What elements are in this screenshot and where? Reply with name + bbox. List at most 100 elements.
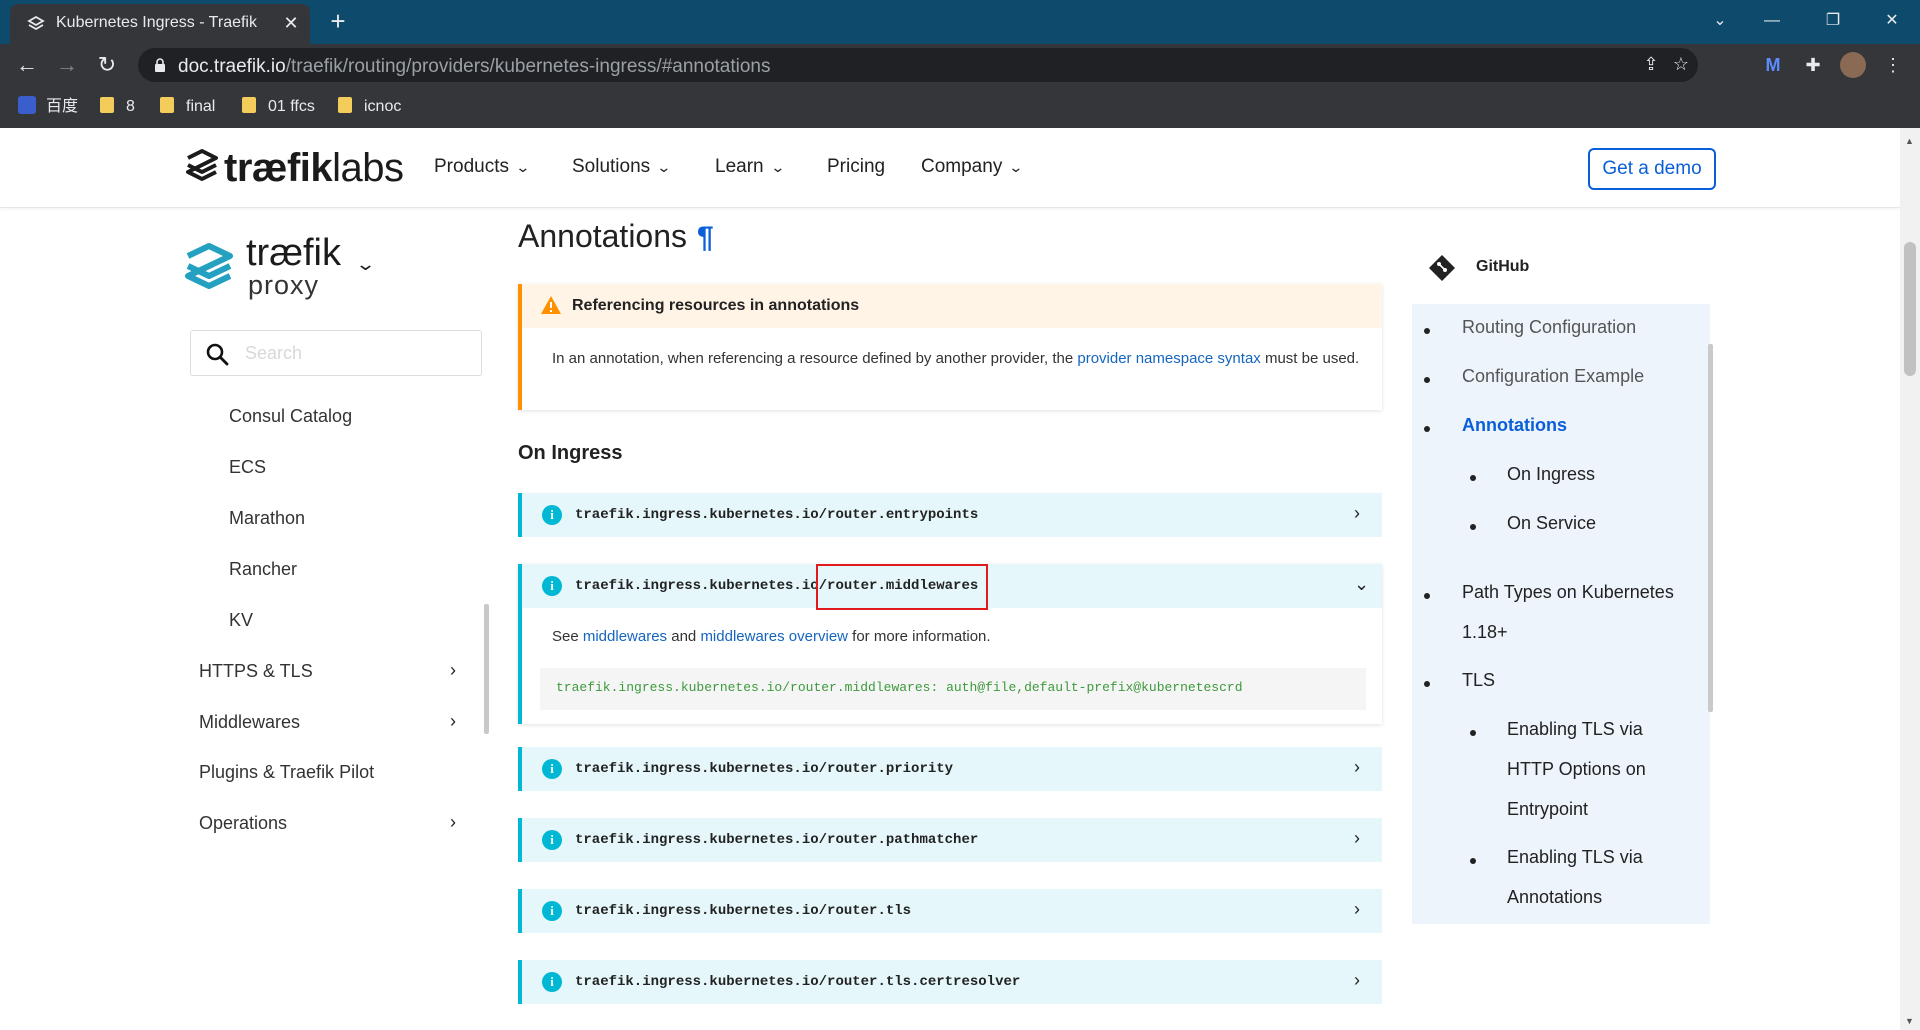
- annotation-key: traefik.ingress.kubernetes.io/router.pat…: [575, 832, 979, 848]
- chevron-right-icon[interactable]: ›: [450, 660, 456, 681]
- browser-tab[interactable]: Kubernetes Ingress - Traefik ✕: [10, 4, 310, 44]
- extension-m-icon[interactable]: M: [1760, 52, 1786, 78]
- nav-company[interactable]: Company ⌄: [921, 156, 1024, 178]
- middlewares-link[interactable]: middlewares: [583, 628, 667, 645]
- profile-avatar[interactable]: [1840, 52, 1866, 78]
- warning-header: Referencing resources in annotations: [522, 284, 1382, 328]
- toc-item-enabling-tls-annotations-2[interactable]: Annotations: [1507, 887, 1602, 908]
- table-of-contents: [1412, 304, 1710, 924]
- nav-learn[interactable]: Learn ⌄: [715, 156, 786, 178]
- sidebar-item-marathon[interactable]: Marathon: [229, 508, 305, 529]
- toc-bullet: [1470, 475, 1476, 481]
- toc-item-configuration-example[interactable]: Configuration Example: [1462, 366, 1644, 387]
- warning-text: In an annotation, when referencing a res…: [552, 350, 1360, 367]
- annotation-priority[interactable]: i traefik.ingress.kubernetes.io/router.p…: [518, 747, 1382, 791]
- bookmark-folder-8[interactable]: 8: [100, 96, 135, 118]
- share-icon[interactable]: ⇪: [1638, 51, 1664, 77]
- chevron-right-icon: ›: [1354, 828, 1360, 848]
- traefik-proxy-mark-icon: [185, 243, 233, 289]
- sidebar-item-plugins[interactable]: Plugins & Traefik Pilot: [199, 762, 374, 783]
- toc-item-on-service[interactable]: On Service: [1507, 513, 1596, 534]
- page-title: Annotations ¶: [518, 218, 714, 254]
- chevron-down-icon: ⌄: [1008, 159, 1024, 175]
- toc-bullet: [1424, 593, 1430, 599]
- middlewares-overview-link[interactable]: middlewares overview: [700, 628, 848, 645]
- toc-item-path-types-version[interactable]: 1.18+: [1462, 622, 1508, 643]
- scrollbar-thumb[interactable]: [1904, 242, 1916, 376]
- chevron-right-icon[interactable]: ›: [450, 812, 456, 833]
- toc-item-enabling-tls-http-2[interactable]: HTTP Options on: [1507, 759, 1646, 780]
- toc-bullet: [1470, 524, 1476, 530]
- info-icon: i: [542, 830, 562, 850]
- reload-button[interactable]: ↻: [92, 50, 122, 80]
- toc-item-enabling-tls-annotations-1[interactable]: Enabling TLS via: [1507, 847, 1643, 868]
- get-a-demo-button[interactable]: Get a demo: [1588, 148, 1716, 190]
- url-text[interactable]: doc.traefik.io/traefik/routing/providers…: [178, 56, 771, 78]
- nav-products[interactable]: Products ⌄: [434, 156, 530, 178]
- annotation-tls[interactable]: i traefik.ingress.kubernetes.io/router.t…: [518, 889, 1382, 933]
- search-icon: [206, 343, 229, 366]
- bookmark-folder-01ffcs[interactable]: 01 ffcs: [242, 96, 315, 118]
- sidebar-item-consul-catalog[interactable]: Consul Catalog: [229, 406, 352, 427]
- chevron-right-icon: ›: [1354, 757, 1360, 777]
- sidebar-item-rancher[interactable]: Rancher: [229, 559, 297, 580]
- annotation-pathmatcher[interactable]: i traefik.ingress.kubernetes.io/router.p…: [518, 818, 1382, 862]
- page-scrollbar[interactable]: ▲ ▼: [1900, 128, 1920, 1030]
- info-icon: i: [542, 759, 562, 779]
- warning-title: Referencing resources in annotations: [572, 297, 860, 314]
- search-box[interactable]: [190, 330, 482, 376]
- permalink-anchor[interactable]: ¶: [697, 221, 714, 254]
- toc-item-tls[interactable]: TLS: [1462, 670, 1495, 691]
- nav-pricing[interactable]: Pricing: [827, 156, 885, 178]
- annotation-entrypoints[interactable]: i traefik.ingress.kubernetes.io/router.e…: [518, 493, 1382, 537]
- search-input[interactable]: [245, 339, 465, 367]
- back-button[interactable]: ←: [12, 50, 42, 80]
- sidebar-item-middlewares[interactable]: Middlewares: [199, 712, 300, 733]
- lock-icon[interactable]: [152, 57, 168, 73]
- address-bar[interactable]: doc.traefik.io/traefik/routing/providers…: [138, 48, 1698, 82]
- extensions-puzzle-icon[interactable]: ✚: [1800, 52, 1826, 78]
- bookmark-star-icon[interactable]: ☆: [1668, 51, 1694, 77]
- chevron-down-icon: ⌄: [1354, 574, 1370, 594]
- annotation-key: traefik.ingress.kubernetes.io/router.tls…: [575, 974, 1021, 990]
- toc-item-on-ingress[interactable]: On Ingress: [1507, 464, 1595, 485]
- highlight-box: [816, 564, 988, 610]
- toc-item-enabling-tls-http-1[interactable]: Enabling TLS via: [1507, 719, 1643, 740]
- tab-strip: Kubernetes Ingress - Traefik ✕ + ⌄ — ❐ ✕: [0, 0, 1920, 44]
- info-icon: i: [542, 505, 562, 525]
- bookmark-folder-final[interactable]: final: [160, 96, 215, 118]
- annotation-key: traefik.ingress.kubernetes.io/router.pri…: [575, 761, 954, 777]
- bookmark-baidu[interactable]: 百度: [18, 96, 78, 118]
- nav-solutions[interactable]: Solutions ⌄: [572, 156, 672, 178]
- chevron-right-icon[interactable]: ›: [450, 711, 456, 732]
- chevron-down-icon: ⌄: [769, 159, 786, 175]
- close-tab-icon[interactable]: ✕: [280, 12, 302, 34]
- annotation-key: traefik.ingress.kubernetes.io/router.tls: [575, 903, 912, 919]
- annotation-tls-certresolver[interactable]: i traefik.ingress.kubernetes.io/router.t…: [518, 960, 1382, 1004]
- sidebar-scrollbar[interactable]: [484, 604, 489, 734]
- toc-bullet: [1470, 858, 1476, 864]
- new-tab-button[interactable]: +: [324, 8, 352, 36]
- bookmark-folder-icnoc[interactable]: icnoc: [338, 96, 401, 118]
- sidebar-item-operations[interactable]: Operations: [199, 813, 287, 834]
- close-window-button[interactable]: ✕: [1872, 6, 1912, 36]
- tab-search-icon[interactable]: ⌄: [1700, 6, 1740, 36]
- restore-button[interactable]: ❐: [1813, 6, 1853, 36]
- toc-item-enabling-tls-http-3[interactable]: Entrypoint: [1507, 799, 1588, 820]
- sidebar-item-kv[interactable]: KV: [229, 610, 253, 631]
- forward-button[interactable]: →: [52, 50, 82, 80]
- toc-item-path-types[interactable]: Path Types on Kubernetes: [1462, 582, 1674, 603]
- provider-namespace-syntax-link[interactable]: provider namespace syntax: [1077, 350, 1260, 367]
- menu-kebab-icon[interactable]: ⋮: [1880, 52, 1906, 78]
- chevron-down-icon[interactable]: ⌄: [355, 254, 376, 275]
- sidebar-item-ecs[interactable]: ECS: [229, 457, 266, 478]
- toc-item-routing-configuration[interactable]: Routing Configuration: [1462, 317, 1636, 338]
- sidebar-item-https-tls[interactable]: HTTPS & TLS: [199, 661, 313, 682]
- minimize-button[interactable]: —: [1752, 6, 1792, 36]
- chevron-right-icon: ›: [1354, 970, 1360, 990]
- scroll-down-arrow-icon[interactable]: ▼: [1905, 1016, 1914, 1026]
- tab-title: Kubernetes Ingress - Traefik: [56, 14, 257, 31]
- toc-item-annotations[interactable]: Annotations: [1462, 415, 1567, 436]
- toc-scrollbar[interactable]: [1708, 344, 1713, 712]
- scroll-up-arrow-icon[interactable]: ▲: [1905, 136, 1914, 146]
